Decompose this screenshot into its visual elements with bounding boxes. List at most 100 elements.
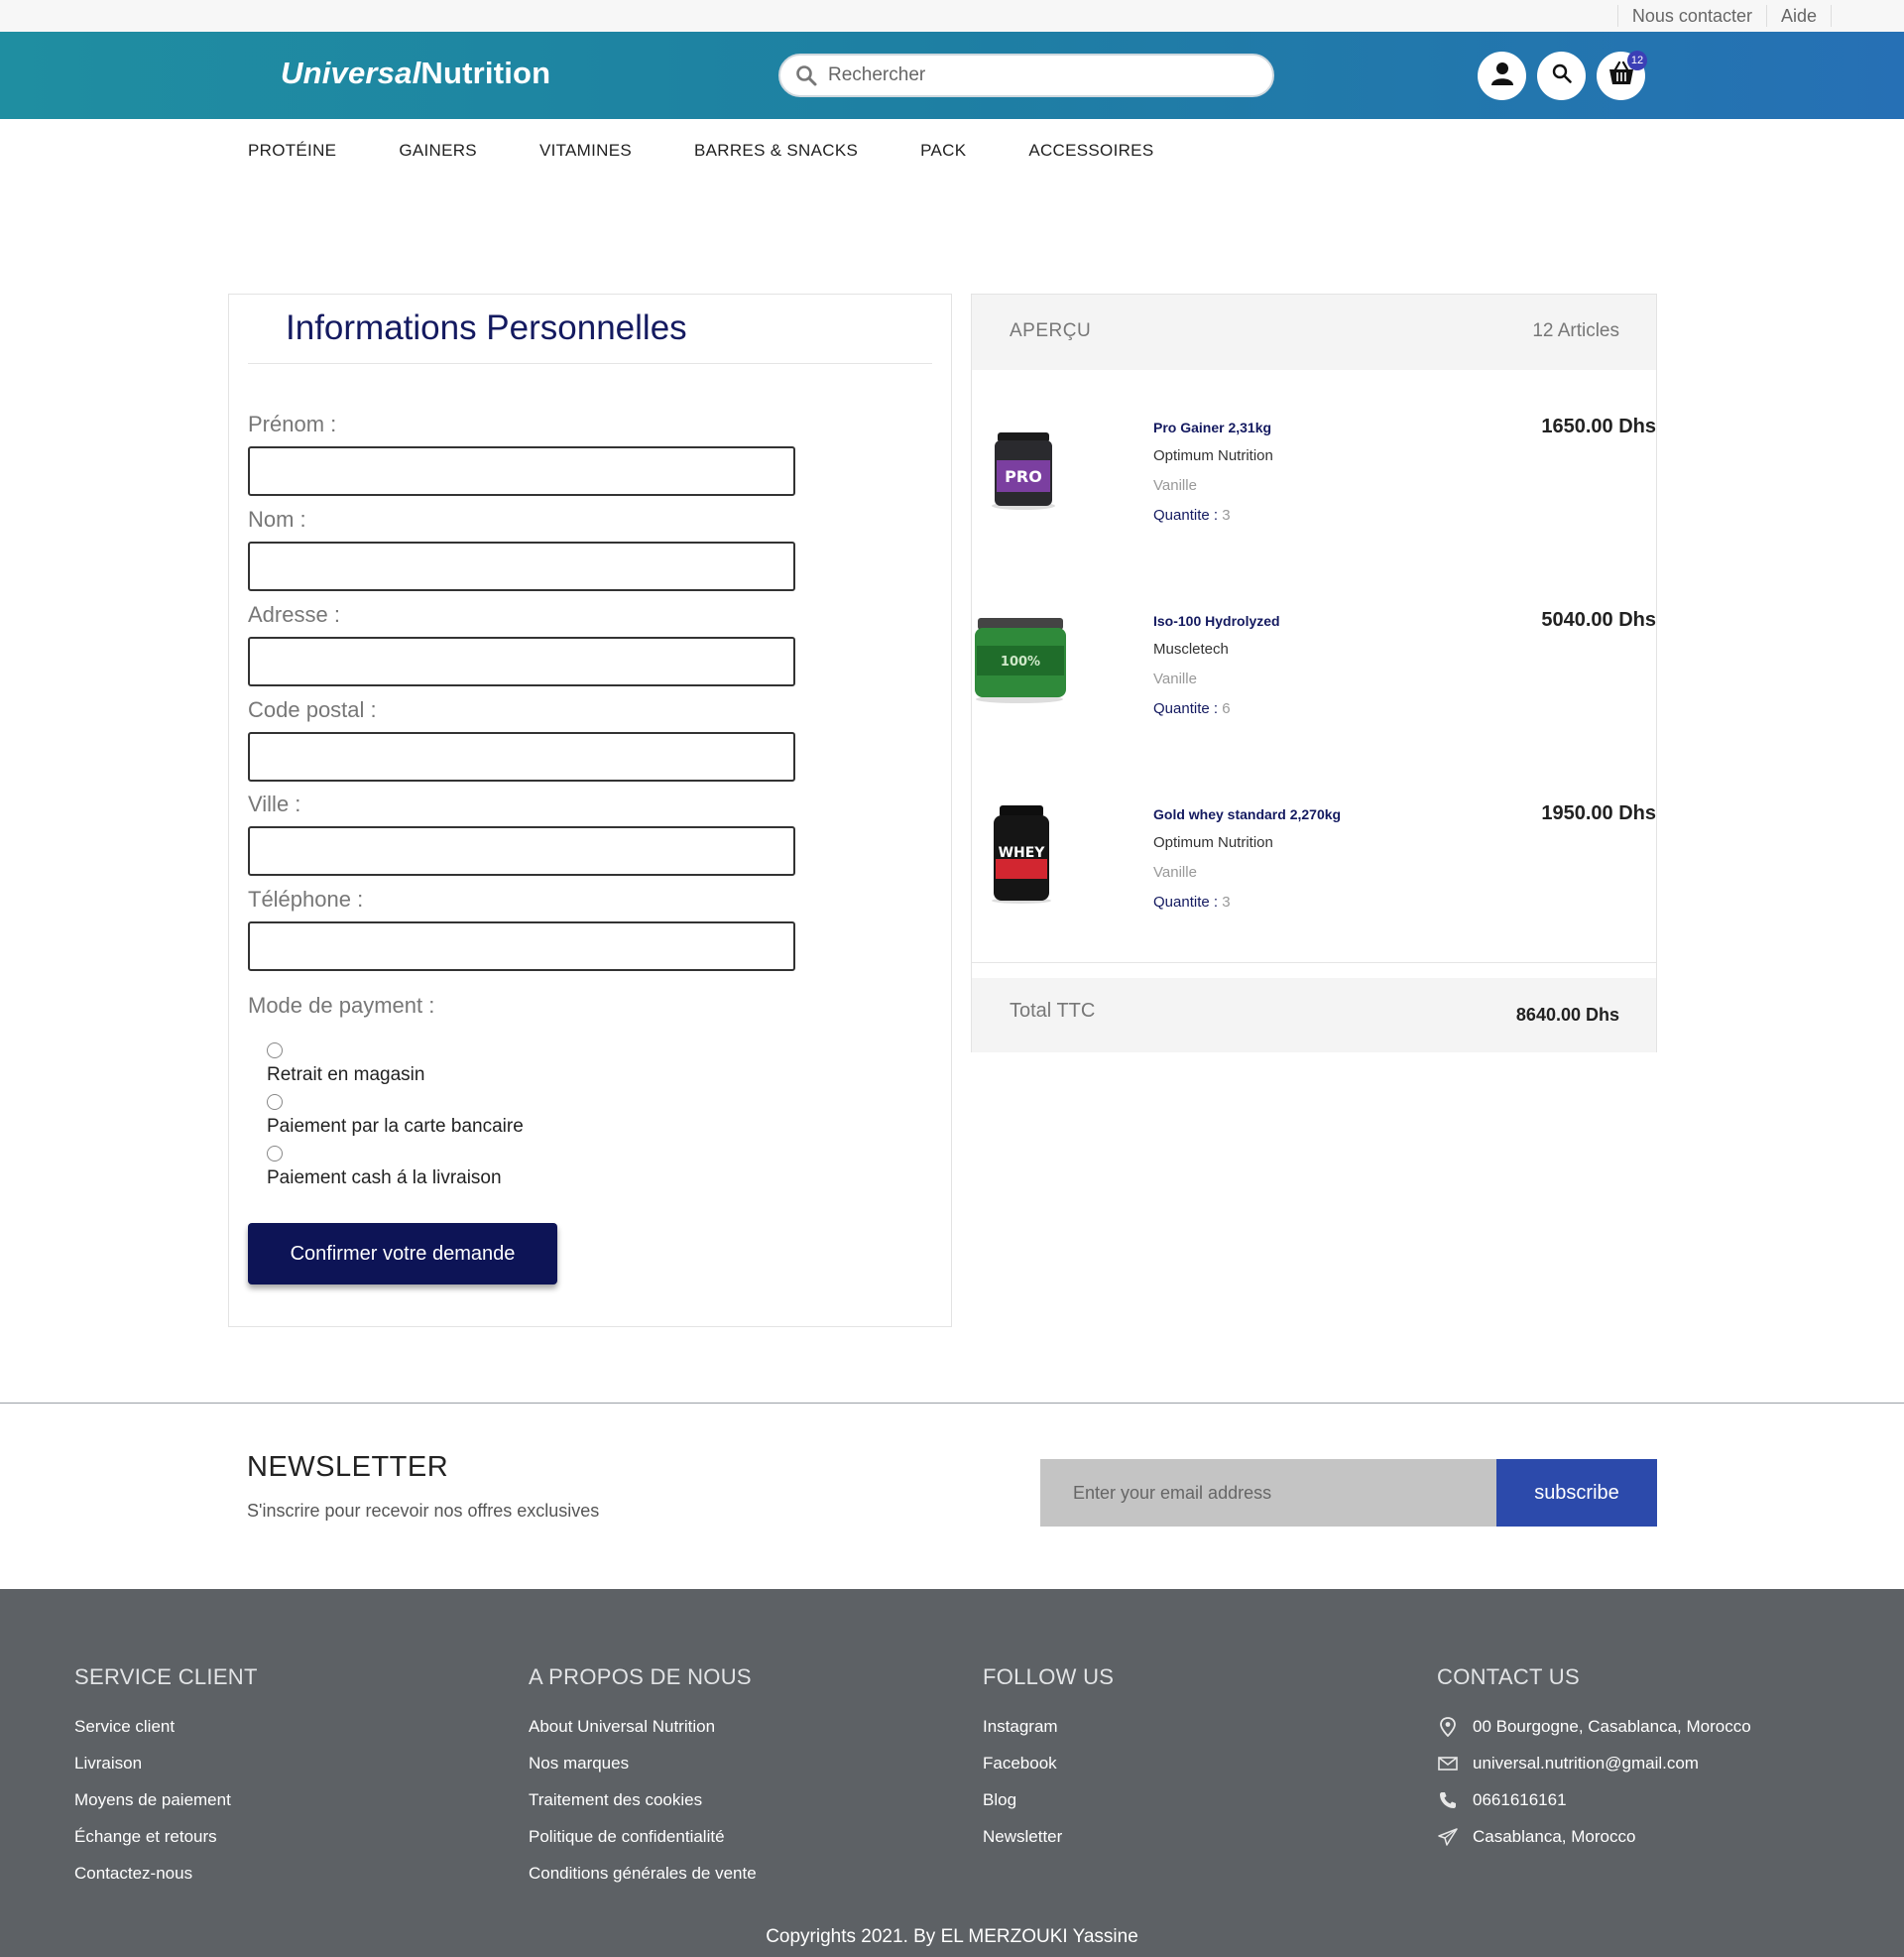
footer-link[interactable]: Contactez-nous	[74, 1855, 258, 1892]
payment-option-label: Paiement par la carte bancaire	[267, 1116, 524, 1137]
search-icon	[1551, 62, 1573, 89]
confirm-order-button[interactable]: Confirmer votre demande	[248, 1223, 557, 1284]
nav-gainers[interactable]: GAINERS	[399, 141, 477, 161]
footer-link[interactable]: Nos marques	[529, 1745, 757, 1781]
nav-proteine[interactable]: PROTÉINE	[248, 141, 336, 161]
contact-city: Casablanca, Morocco	[1437, 1818, 1751, 1855]
phone-input[interactable]	[248, 921, 795, 971]
order-summary: APERÇU 12 Articles PRO Pro Gainer 2,31kg…	[971, 294, 1657, 1052]
product-flavor: Vanille	[1153, 864, 1197, 881]
divider	[972, 962, 1656, 963]
phone-label: Téléphone :	[248, 887, 364, 912]
product-quantity: Quantite : 3	[1153, 894, 1231, 911]
address-input[interactable]	[248, 637, 795, 686]
payment-option-store[interactable]: Retrait en magasin	[267, 1042, 424, 1086]
contact-phone[interactable]: 0661616161	[1437, 1781, 1751, 1818]
summary-item: 100% Iso-100 Hydrolyzed Muscletech Vanil…	[972, 609, 1656, 761]
city-input[interactable]	[248, 826, 795, 876]
contact-phone-text[interactable]: 0661616161	[1473, 1790, 1567, 1810]
lastname-input[interactable]	[248, 542, 795, 591]
newsletter-title: NEWSLETTER	[247, 1451, 449, 1483]
footer-heading: FOLLOW US	[983, 1664, 1115, 1689]
quantity-value: 6	[1222, 700, 1231, 717]
product-name[interactable]: Gold whey standard 2,270kg	[1153, 806, 1341, 822]
payment-option-cash[interactable]: Paiement cash á la livraison	[267, 1146, 502, 1189]
radio-button[interactable]	[267, 1042, 283, 1058]
cart-button[interactable]: 12	[1597, 51, 1647, 100]
product-name[interactable]: Iso-100 Hydrolyzed	[1153, 613, 1280, 629]
payment-option-card[interactable]: Paiement par la carte bancaire	[267, 1094, 524, 1138]
quantity-label: Quantite :	[1153, 507, 1223, 524]
product-name[interactable]: Pro Gainer 2,31kg	[1153, 420, 1271, 435]
footer-link-newsletter[interactable]: Newsletter	[983, 1818, 1114, 1855]
top-utility-bar: Nous contacter Aide	[0, 0, 1904, 32]
account-button[interactable]	[1478, 52, 1526, 100]
search-icon	[794, 63, 818, 87]
postal-code-input[interactable]	[248, 732, 795, 782]
logo-universal: Universal	[281, 56, 421, 90]
newsletter-email-input[interactable]	[1040, 1459, 1496, 1527]
footer-link[interactable]: Conditions générales de vente	[529, 1855, 757, 1892]
contact-email-text[interactable]: universal.nutrition@gmail.com	[1473, 1754, 1699, 1774]
footer-link[interactable]: About Universal Nutrition	[529, 1708, 757, 1745]
personal-info-form: Informations Personnelles Prénom : Nom :…	[228, 294, 952, 1327]
user-icon	[1489, 61, 1515, 91]
radio-button[interactable]	[267, 1094, 283, 1110]
firstname-input[interactable]	[248, 446, 795, 496]
footer-link[interactable]: Moyens de paiement	[74, 1781, 258, 1818]
payment-option-label: Retrait en magasin	[267, 1064, 425, 1085]
summary-item: WHEY Gold whey standard 2,270kg Optimum …	[972, 802, 1656, 954]
subscribe-button[interactable]: subscribe	[1496, 1459, 1657, 1527]
footer-link-instagram[interactable]: Instagram	[983, 1708, 1114, 1745]
quantity-value: 3	[1222, 507, 1231, 524]
product-brand: Optimum Nutrition	[1153, 447, 1273, 464]
summary-item: PRO Pro Gainer 2,31kg Optimum Nutrition …	[972, 416, 1656, 567]
product-quantity: Quantite : 3	[1153, 507, 1231, 524]
footer-link[interactable]: Traitement des cookies	[529, 1781, 757, 1818]
nav-accessoires[interactable]: ACCESSOIRES	[1028, 141, 1153, 161]
nav-barres-snacks[interactable]: BARRES & SNACKS	[694, 141, 858, 161]
article-count: 12 Articles	[1532, 320, 1619, 341]
quantity-label: Quantite :	[1153, 894, 1223, 911]
city-label: Ville :	[248, 792, 301, 816]
search-input[interactable]	[828, 64, 1245, 86]
help-link[interactable]: Aide	[1765, 5, 1832, 27]
contact-address-text: 00 Bourgogne, Casablanca, Morocco	[1473, 1716, 1751, 1736]
nav-pack[interactable]: PACK	[920, 141, 966, 161]
divider	[248, 363, 932, 364]
svg-text:100%: 100%	[1001, 655, 1040, 670]
footer-link[interactable]: Livraison	[74, 1745, 258, 1781]
search-bar[interactable]	[778, 54, 1274, 97]
nav-vitamines[interactable]: VITAMINES	[539, 141, 632, 161]
payment-mode-label: Mode de payment :	[248, 993, 435, 1018]
quantity-label: Quantite :	[1153, 700, 1223, 717]
footer-heading: SERVICE CLIENT	[74, 1664, 258, 1689]
logo-nutrition: Nutrition	[420, 56, 551, 90]
footer-link[interactable]: Service client	[74, 1708, 258, 1745]
phone-icon	[1437, 1789, 1459, 1811]
contact-link[interactable]: Nous contacter	[1616, 5, 1766, 27]
utility-links: Nous contacter Aide	[1616, 0, 1832, 32]
footer-link[interactable]: Politique de confidentialité	[529, 1818, 757, 1855]
product-image[interactable]: PRO	[972, 419, 1071, 518]
radio-button[interactable]	[267, 1146, 283, 1162]
footer-link[interactable]: Échange et retours	[74, 1818, 258, 1855]
product-image[interactable]: 100%	[972, 612, 1071, 711]
contact-email[interactable]: universal.nutrition@gmail.com	[1437, 1745, 1751, 1781]
product-quantity: Quantite : 6	[1153, 700, 1231, 717]
paper-plane-icon	[1437, 1826, 1459, 1848]
svg-text:WHEY: WHEY	[999, 845, 1046, 861]
product-flavor: Vanille	[1153, 671, 1197, 687]
search-button[interactable]	[1537, 52, 1586, 100]
contact-address: 00 Bourgogne, Casablanca, Morocco	[1437, 1708, 1751, 1745]
product-image[interactable]: WHEY	[972, 805, 1071, 905]
site-logo[interactable]: UniversalNutrition	[281, 56, 550, 91]
footer-about-column: A PROPOS DE NOUS About Universal Nutriti…	[529, 1664, 757, 1892]
footer-heading: A PROPOS DE NOUS	[529, 1664, 752, 1689]
footer-link-blog[interactable]: Blog	[983, 1781, 1114, 1818]
product-flavor: Vanille	[1153, 477, 1197, 494]
envelope-icon	[1437, 1753, 1459, 1774]
copyright-text: Copyrights 2021. By EL MERZOUKI Yassine	[766, 1926, 1138, 1947]
lastname-label: Nom :	[248, 507, 306, 532]
footer-link-facebook[interactable]: Facebook	[983, 1745, 1114, 1781]
